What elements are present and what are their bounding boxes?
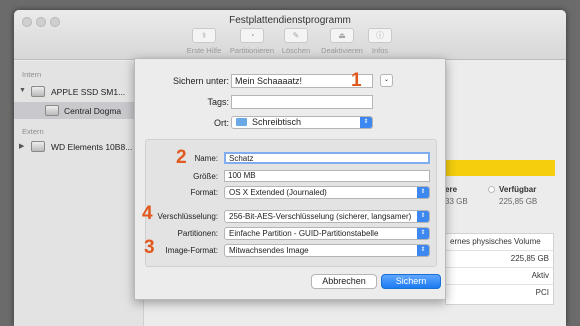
- partitions-label: Partitionen:: [177, 229, 218, 238]
- stethoscope-icon: ⚕: [192, 28, 216, 43]
- external-disk-icon: [31, 141, 45, 152]
- format-select[interactable]: OS X Extended (Journaled) ⇕: [224, 186, 430, 199]
- info-table: ernes physisches Volume 225,85 GB Aktiv …: [445, 233, 554, 305]
- title-bar: Festplattendienstprogramm ⚕ Erste Hilfe …: [14, 10, 566, 60]
- internal-disk-icon: [31, 86, 45, 97]
- eject-icon: ⏏: [330, 28, 354, 43]
- info-value: Aktiv: [531, 271, 549, 280]
- expand-dialog-button[interactable]: ⌄: [380, 74, 393, 87]
- chevron-updown-icon: ⇕: [417, 211, 429, 222]
- chevron-updown-icon: ⇕: [417, 245, 429, 256]
- erase-button[interactable]: ✎ Löschen: [270, 28, 322, 55]
- chevron-updown-icon: ⇕: [360, 117, 372, 128]
- partitions-select[interactable]: Einfache Partition - GUID-Partitionstabe…: [224, 227, 430, 240]
- encryption-label: Verschlüsselung:: [157, 212, 218, 221]
- sidebar-section-intern: Intern: [22, 70, 42, 79]
- size-field[interactable]: 100 MB: [224, 170, 430, 182]
- info-table-header: ernes physisches Volume: [450, 237, 541, 246]
- location-label: Ort:: [214, 118, 229, 128]
- legend-free-label: Verfügbar: [499, 185, 537, 194]
- toolbar-label: Löschen: [281, 46, 311, 55]
- usage-bar: [445, 160, 555, 176]
- annotation-number-2: 2: [176, 147, 187, 168]
- eraser-icon: ✎: [284, 28, 308, 43]
- toolbar-label: Infos: [371, 46, 389, 55]
- name-label: Name:: [194, 154, 218, 163]
- tags-field[interactable]: [231, 95, 373, 109]
- name-field[interactable]: Schatz: [224, 152, 430, 164]
- save-dialog: Sichern unter: Mein Schaaaatz! ⌄ Tags: O…: [134, 58, 446, 300]
- image-format-value: Mitwachsendes Image: [229, 246, 309, 255]
- sidebar-item-label: WD Elements 10B8...: [51, 142, 133, 152]
- encryption-value: 256-Bit-AES-Verschlüsselung (sicherer, l…: [229, 212, 412, 221]
- sidebar-section-extern: Extern: [22, 127, 44, 136]
- annotation-number-4: 4: [142, 203, 153, 224]
- info-button[interactable]: ⓘ Infos: [354, 28, 406, 55]
- chevron-updown-icon: ⇕: [417, 228, 429, 239]
- encryption-select[interactable]: 256-Bit-AES-Verschlüsselung (sicherer, l…: [224, 210, 430, 223]
- sidebar-item-label: Central Dogma: [64, 106, 122, 116]
- toolbar-label: Erste Hilfe: [186, 46, 222, 55]
- format-value: OS X Extended (Journaled): [229, 188, 327, 197]
- free-space-dot: [488, 186, 495, 193]
- window-title: Festplattendienstprogramm: [229, 15, 351, 26]
- image-format-label: Image-Format:: [165, 246, 218, 255]
- image-format-select[interactable]: Mitwachsendes Image ⇕: [224, 244, 430, 257]
- toolbar-label: Partitionieren: [229, 46, 275, 55]
- info-value: PCI: [535, 288, 549, 297]
- sidebar-item-apple-ssd[interactable]: ▼ APPLE SSD SM1...: [14, 83, 144, 100]
- save-button[interactable]: Sichern: [381, 274, 441, 289]
- sidebar-item-wd-elements[interactable]: ▶ WD Elements 10B8...: [14, 138, 144, 155]
- free-size: 225,85 GB: [499, 197, 538, 206]
- annotation-number-3: 3: [144, 237, 155, 258]
- folder-icon: [236, 118, 247, 126]
- options-panel: Name: Schatz Größe: 100 MB Format: OS X …: [145, 139, 437, 267]
- sidebar-item-central-dogma[interactable]: Central Dogma: [14, 102, 144, 119]
- used-size: 33 GB: [445, 197, 468, 206]
- disclosure-down-icon[interactable]: ▼: [19, 87, 26, 94]
- partitions-value: Einfache Partition - GUID-Partitionstabe…: [229, 229, 379, 238]
- sidebar-item-label: APPLE SSD SM1...: [51, 87, 126, 97]
- first-aid-button[interactable]: ⚕ Erste Hilfe: [178, 28, 230, 55]
- legend-used-label: ere: [445, 185, 458, 194]
- format-label: Format:: [190, 188, 218, 197]
- info-value: 225,85 GB: [510, 254, 549, 263]
- cancel-button[interactable]: Abbrechen: [311, 274, 377, 289]
- annotation-number-1: 1: [351, 70, 362, 91]
- volume-icon: [45, 105, 59, 116]
- location-select[interactable]: Schreibtisch ⇕: [231, 116, 373, 129]
- tags-label: Tags:: [207, 97, 229, 107]
- pie-icon: ◔: [240, 28, 264, 43]
- disclosure-right-icon[interactable]: ▶: [19, 142, 24, 150]
- save-as-label: Sichern unter:: [172, 76, 229, 86]
- info-icon: ⓘ: [368, 28, 392, 43]
- sidebar: Intern ▼ APPLE SSD SM1... Central Dogma …: [14, 61, 144, 326]
- location-value: Schreibtisch: [252, 117, 302, 127]
- size-label: Größe:: [193, 172, 218, 181]
- chevron-updown-icon: ⇕: [417, 187, 429, 198]
